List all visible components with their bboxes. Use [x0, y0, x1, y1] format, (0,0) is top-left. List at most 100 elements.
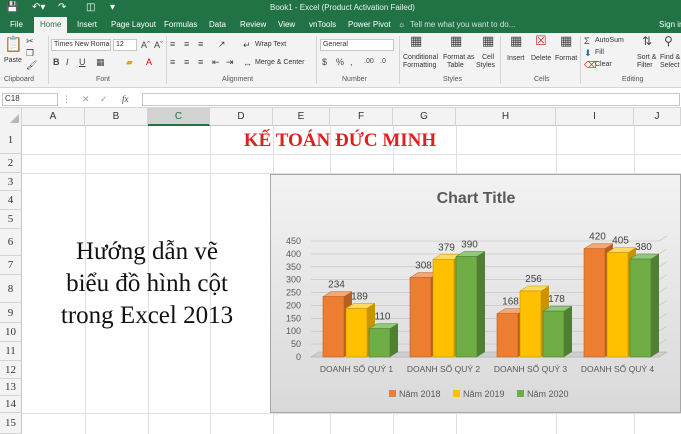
tab-home[interactable]: Home	[34, 17, 68, 33]
row-header-5[interactable]: 5	[0, 210, 22, 229]
col-header-d[interactable]: D	[210, 108, 273, 126]
paste-icon[interactable]: 📋	[4, 37, 23, 53]
currency-icon[interactable]: $	[322, 57, 327, 67]
row-header-1[interactable]: 1	[0, 126, 22, 154]
tab-data[interactable]: Data	[209, 17, 226, 33]
col-header-i[interactable]: I	[556, 108, 634, 126]
find-select-label-2[interactable]: Select	[660, 62, 679, 70]
insert-cells-icon[interactable]: ▦	[510, 34, 522, 47]
autosum-button[interactable]: AutoSum	[595, 37, 624, 45]
align-bottom-icon[interactable]: ≡	[198, 39, 203, 49]
orientation-icon[interactable]: ↗	[218, 39, 226, 49]
grow-font-icon[interactable]: Aˆ	[141, 40, 150, 50]
clear-button[interactable]: Clear	[595, 61, 612, 69]
increase-decimal-icon[interactable]: .00	[364, 57, 374, 67]
font-color-icon[interactable]: A	[146, 57, 152, 67]
customize-toolbar-icon[interactable]: ▾	[110, 2, 115, 13]
cancel-icon[interactable]: ✕	[82, 94, 90, 104]
tab-page-layout[interactable]: Page Layout	[111, 17, 156, 33]
copy-icon[interactable]: ❐	[26, 48, 34, 58]
row-header-12[interactable]: 12	[0, 361, 22, 379]
tab-review[interactable]: Review	[240, 17, 266, 33]
col-header-j[interactable]: J	[634, 108, 681, 126]
row-header-2[interactable]: 2	[0, 154, 22, 173]
cell-styles-label-2[interactable]: Styles	[476, 62, 495, 70]
conditional-formatting-icon[interactable]: ▦	[410, 34, 422, 47]
select-all-button[interactable]	[0, 108, 22, 126]
insert-function-icon[interactable]: fx	[122, 94, 129, 104]
find-select-label-1[interactable]: Find &	[660, 54, 680, 62]
number-format-box[interactable]: General	[320, 39, 394, 51]
col-header-b[interactable]: B	[85, 108, 148, 126]
comma-style-icon[interactable]: ,	[350, 57, 353, 67]
tell-me-box[interactable]: Tell me what you want to do...	[410, 17, 515, 33]
row-header-10[interactable]: 10	[0, 323, 22, 342]
format-cells-icon[interactable]: ▦	[560, 34, 572, 47]
wrap-text-button[interactable]: Wrap Text	[255, 41, 286, 49]
row-header-14[interactable]: 14	[0, 396, 22, 413]
align-middle-icon[interactable]: ≡	[184, 39, 189, 49]
col-header-c[interactable]: C	[148, 108, 210, 126]
tab-vntools[interactable]: vnTools	[309, 17, 336, 33]
col-header-f[interactable]: F	[330, 108, 393, 126]
conditional-formatting-label-1[interactable]: Conditional	[403, 54, 438, 62]
undo-icon[interactable]: ↶▾	[32, 2, 45, 13]
cell-styles-icon[interactable]: ▦	[482, 34, 494, 47]
format-as-table-label-2[interactable]: Table	[447, 62, 464, 70]
tab-formulas[interactable]: Formulas	[164, 17, 197, 33]
font-size-box[interactable]: 12	[113, 39, 137, 51]
format-as-table-label-1[interactable]: Format as	[443, 54, 475, 62]
row-header-15[interactable]: 15	[0, 413, 22, 434]
format-as-table-icon[interactable]: ▦	[450, 34, 462, 47]
enter-icon[interactable]: ✓	[100, 94, 108, 104]
decrease-decimal-icon[interactable]: .0	[380, 57, 386, 67]
tab-view[interactable]: View	[278, 17, 295, 33]
name-box[interactable]: C18	[2, 93, 58, 106]
fill-color-icon[interactable]: ▰	[126, 57, 133, 67]
print-preview-icon[interactable]: ◫	[86, 2, 95, 13]
sort-filter-label-1[interactable]: Sort &	[637, 54, 656, 62]
row-header-13[interactable]: 13	[0, 379, 22, 396]
row-header-11[interactable]: 11	[0, 342, 22, 361]
borders-icon[interactable]: ▦	[96, 57, 105, 67]
col-header-e[interactable]: E	[273, 108, 330, 126]
italic-icon[interactable]: I	[66, 57, 69, 67]
find-select-icon[interactable]: ⚲	[664, 35, 673, 47]
merge-center-button[interactable]: Merge & Center	[255, 59, 304, 67]
col-header-h[interactable]: H	[456, 108, 556, 126]
percent-icon[interactable]: %	[336, 57, 344, 67]
shrink-font-icon[interactable]: Aˇ	[154, 40, 163, 50]
underline-icon[interactable]: U	[79, 57, 86, 67]
sort-filter-label-2[interactable]: Filter	[637, 62, 653, 70]
conditional-formatting-label-2[interactable]: Formatting	[403, 62, 436, 70]
increase-indent-icon[interactable]: ⇥	[226, 57, 234, 67]
decrease-indent-icon[interactable]: ⇤	[212, 57, 220, 67]
row-header-8[interactable]: 8	[0, 275, 22, 303]
font-name-box[interactable]: Times New Roma	[51, 39, 111, 51]
save-icon[interactable]: 💾	[6, 2, 18, 13]
delete-cells-icon[interactable]: ☒	[535, 34, 547, 47]
paste-button[interactable]: Paste	[4, 57, 22, 65]
row-header-7[interactable]: 7	[0, 256, 22, 275]
row-header-4[interactable]: 4	[0, 191, 22, 210]
tab-power-pivot[interactable]: Power Pivot	[348, 17, 391, 33]
column-chart[interactable]: Chart Title 0 50 100 150 200 250 300 350 400 450 23…	[270, 174, 681, 413]
sign-in-link[interactable]: Sign in	[659, 17, 681, 33]
align-center-icon[interactable]: ≡	[184, 57, 189, 67]
row-header-9[interactable]: 9	[0, 303, 22, 323]
bold-icon[interactable]: B	[53, 57, 60, 67]
insert-cells-button[interactable]: Insert	[507, 55, 525, 63]
delete-cells-button[interactable]: Delete	[531, 55, 551, 63]
cell-styles-label-1[interactable]: Cell	[482, 54, 494, 62]
tab-insert[interactable]: Insert	[77, 17, 97, 33]
fill-button[interactable]: Fill	[595, 49, 604, 57]
cut-icon[interactable]: ✂	[26, 36, 34, 46]
align-top-icon[interactable]: ≡	[170, 39, 175, 49]
align-right-icon[interactable]: ≡	[198, 57, 203, 67]
formula-input[interactable]	[142, 93, 680, 106]
col-header-g[interactable]: G	[393, 108, 456, 126]
row-header-6[interactable]: 6	[0, 229, 22, 256]
align-left-icon[interactable]: ≡	[170, 57, 175, 67]
sort-filter-icon[interactable]: ⇅	[642, 35, 652, 47]
format-cells-button[interactable]: Format	[555, 55, 577, 63]
